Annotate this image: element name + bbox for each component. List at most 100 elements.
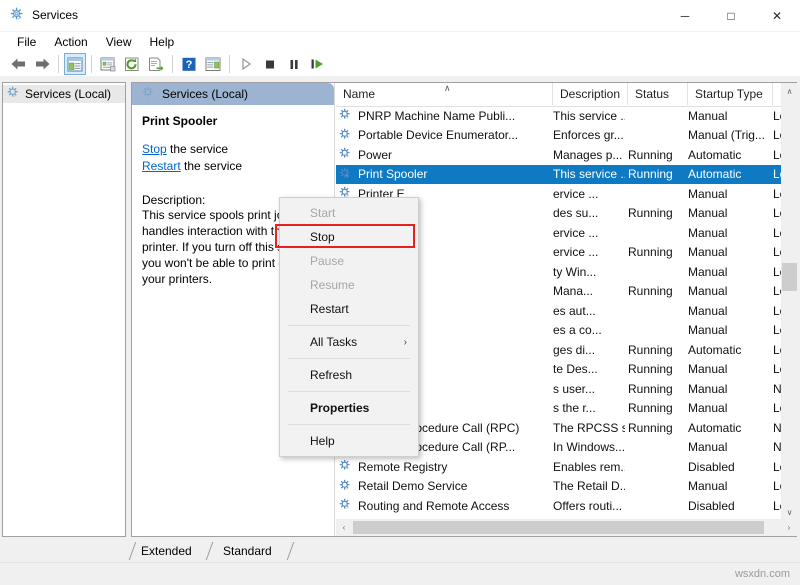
context-menu-item-stop[interactable]: Stop	[275, 224, 418, 249]
forward-icon[interactable]	[31, 53, 53, 75]
menu-file[interactable]: File	[8, 33, 45, 51]
cell-name: PNRP Machine Name Publi...	[358, 108, 516, 123]
scroll-left-button[interactable]: ‹	[336, 520, 352, 535]
service-gear-icon	[339, 128, 352, 144]
view-tabs: Extended Standard	[128, 542, 797, 562]
toolbar: ?	[0, 52, 800, 76]
restart-service-link[interactable]: Restart	[142, 159, 181, 173]
column-header-name[interactable]: Name ∧	[336, 83, 553, 105]
cell-name: Power	[358, 147, 393, 162]
cell-description: The Retail D...	[553, 479, 625, 493]
properties-icon[interactable]	[97, 53, 119, 75]
cell-status	[628, 497, 683, 514]
cell-description: Manages p...	[553, 147, 623, 162]
cell-description: The RPCSS s...	[553, 420, 625, 435]
table-row[interactable]: Retail Demo Service The Retail D... Manual…	[336, 477, 796, 496]
cell-status	[628, 185, 683, 202]
menu-action[interactable]: Action	[45, 33, 96, 51]
cell-startup-type: Manual	[688, 323, 728, 337]
refresh-icon[interactable]	[121, 53, 143, 75]
cell-description: ges di...	[553, 342, 596, 357]
close-button[interactable]: ✕	[754, 0, 800, 32]
horizontal-scrollbar[interactable]: ‹ ›	[336, 519, 797, 536]
tab-standard[interactable]: Standard	[217, 542, 280, 560]
cell-startup-type: Manual	[688, 284, 728, 298]
tab-extended[interactable]: Extended	[131, 542, 200, 560]
context-menu-item-label: Pause	[310, 254, 345, 268]
submenu-arrow-icon: ›	[403, 336, 407, 348]
show-action-pane-icon[interactable]	[202, 53, 224, 75]
stop-service-link[interactable]: Stop	[142, 142, 167, 156]
table-row[interactable]: Print Spooler This service ... Running Auto…	[336, 164, 796, 184]
window-controls: ─ □ ✕	[662, 0, 800, 32]
cell-startup-type: Manual	[688, 479, 728, 493]
cell-startup-type: Automatic	[688, 342, 742, 357]
scroll-up-button[interactable]: ∧	[782, 83, 797, 99]
cell-status: Running	[628, 342, 673, 357]
maximize-button[interactable]: □	[708, 0, 754, 32]
column-header-description[interactable]: Description	[553, 83, 628, 105]
scroll-right-button[interactable]: ›	[781, 520, 797, 535]
cell-startup-type: Manual	[688, 362, 728, 376]
cell-startup-type: Manual	[688, 381, 728, 396]
menu-view[interactable]: View	[97, 33, 141, 51]
context-menu-item-label: Help	[310, 434, 335, 448]
context-menu-item-restart[interactable]: Restart	[280, 297, 418, 321]
back-icon[interactable]	[7, 53, 29, 75]
column-header-status[interactable]: Status	[628, 83, 688, 105]
table-row[interactable]: Remote RegistryEnables rem...DisabledLoc…	[336, 457, 796, 476]
scroll-down-button[interactable]: ∨	[782, 504, 797, 520]
context-menu-item-label: Restart	[310, 302, 349, 316]
vertical-scrollbar-thumb[interactable]	[782, 263, 797, 291]
table-row[interactable]: Portable Device Enumerator... Enforces gr…	[336, 126, 796, 145]
cell-startup-type: Disabled	[688, 459, 735, 474]
help-icon[interactable]: ?	[178, 53, 200, 75]
tree-item-label: Services (Local)	[25, 87, 112, 101]
cell-description: ty Win...	[553, 264, 597, 279]
cell-status: Running	[628, 284, 673, 298]
toolbar-separator-2	[91, 55, 92, 73]
column-header-startup-type[interactable]: Startup Type	[688, 83, 773, 105]
tree-item-services-local[interactable]: Services (Local)	[3, 85, 125, 103]
export-list-icon[interactable]	[145, 53, 167, 75]
window-title: Services	[32, 7, 79, 22]
cell-startup-type: Manual	[688, 264, 728, 279]
table-row[interactable]: PNRP Machine Name Publi... This service .…	[336, 106, 796, 125]
service-context-menu[interactable]: Start Stop Pause Resume Restart All Tasks › Ref…	[275, 197, 419, 457]
minimize-button[interactable]: ─	[662, 0, 708, 32]
cell-status: Running	[628, 381, 673, 396]
menu-help[interactable]: Help	[141, 33, 184, 51]
tab-standard-label: Standard	[223, 544, 272, 558]
context-menu-item-help[interactable]: Help	[280, 429, 418, 453]
title-bar: Services ─ □ ✕	[0, 0, 800, 32]
stop-service-suffix: the service	[166, 142, 229, 156]
context-menu-item-all-tasks[interactable]: All Tasks ›	[280, 330, 418, 354]
cell-status	[628, 302, 683, 319]
cell-startup-type: Automatic	[688, 167, 742, 181]
service-gear-icon	[339, 459, 352, 475]
services-window: Services ─ □ ✕ File Action View Help ? S…	[0, 0, 800, 585]
stop-service-icon[interactable]	[259, 53, 281, 75]
cell-description: Offers routi...	[553, 498, 623, 513]
table-row[interactable]: Routing and Remote Access Offers routi...…	[336, 496, 796, 515]
context-menu-item-properties[interactable]: Properties	[280, 396, 418, 420]
title-bar-left: Services	[10, 7, 78, 22]
bottom-strip	[0, 562, 800, 585]
highlight-annotation-box	[275, 224, 415, 248]
restart-service-icon[interactable]	[307, 53, 329, 75]
start-service-icon[interactable]	[235, 53, 257, 75]
services-gear-icon	[10, 7, 25, 22]
context-menu-item-refresh[interactable]: Refresh	[280, 363, 418, 387]
cell-description: s user...	[553, 381, 596, 396]
show-hide-console-tree-icon[interactable]	[64, 53, 86, 75]
column-header-startup-type-label: Startup Type	[695, 87, 763, 101]
horizontal-scrollbar-thumb[interactable]	[353, 521, 764, 534]
vertical-scrollbar[interactable]: ∧ ∨	[781, 83, 797, 536]
restart-service-suffix: the service	[180, 159, 243, 173]
cell-description: des su...	[553, 206, 599, 220]
cell-status: Running	[628, 245, 673, 259]
context-menu-item-pause: Pause	[280, 249, 418, 273]
pause-service-icon[interactable]	[283, 53, 305, 75]
table-row[interactable]: PowerManages p...RunningAutomaticLocı	[336, 145, 796, 164]
restart-service-line: Restart the service	[142, 159, 324, 174]
